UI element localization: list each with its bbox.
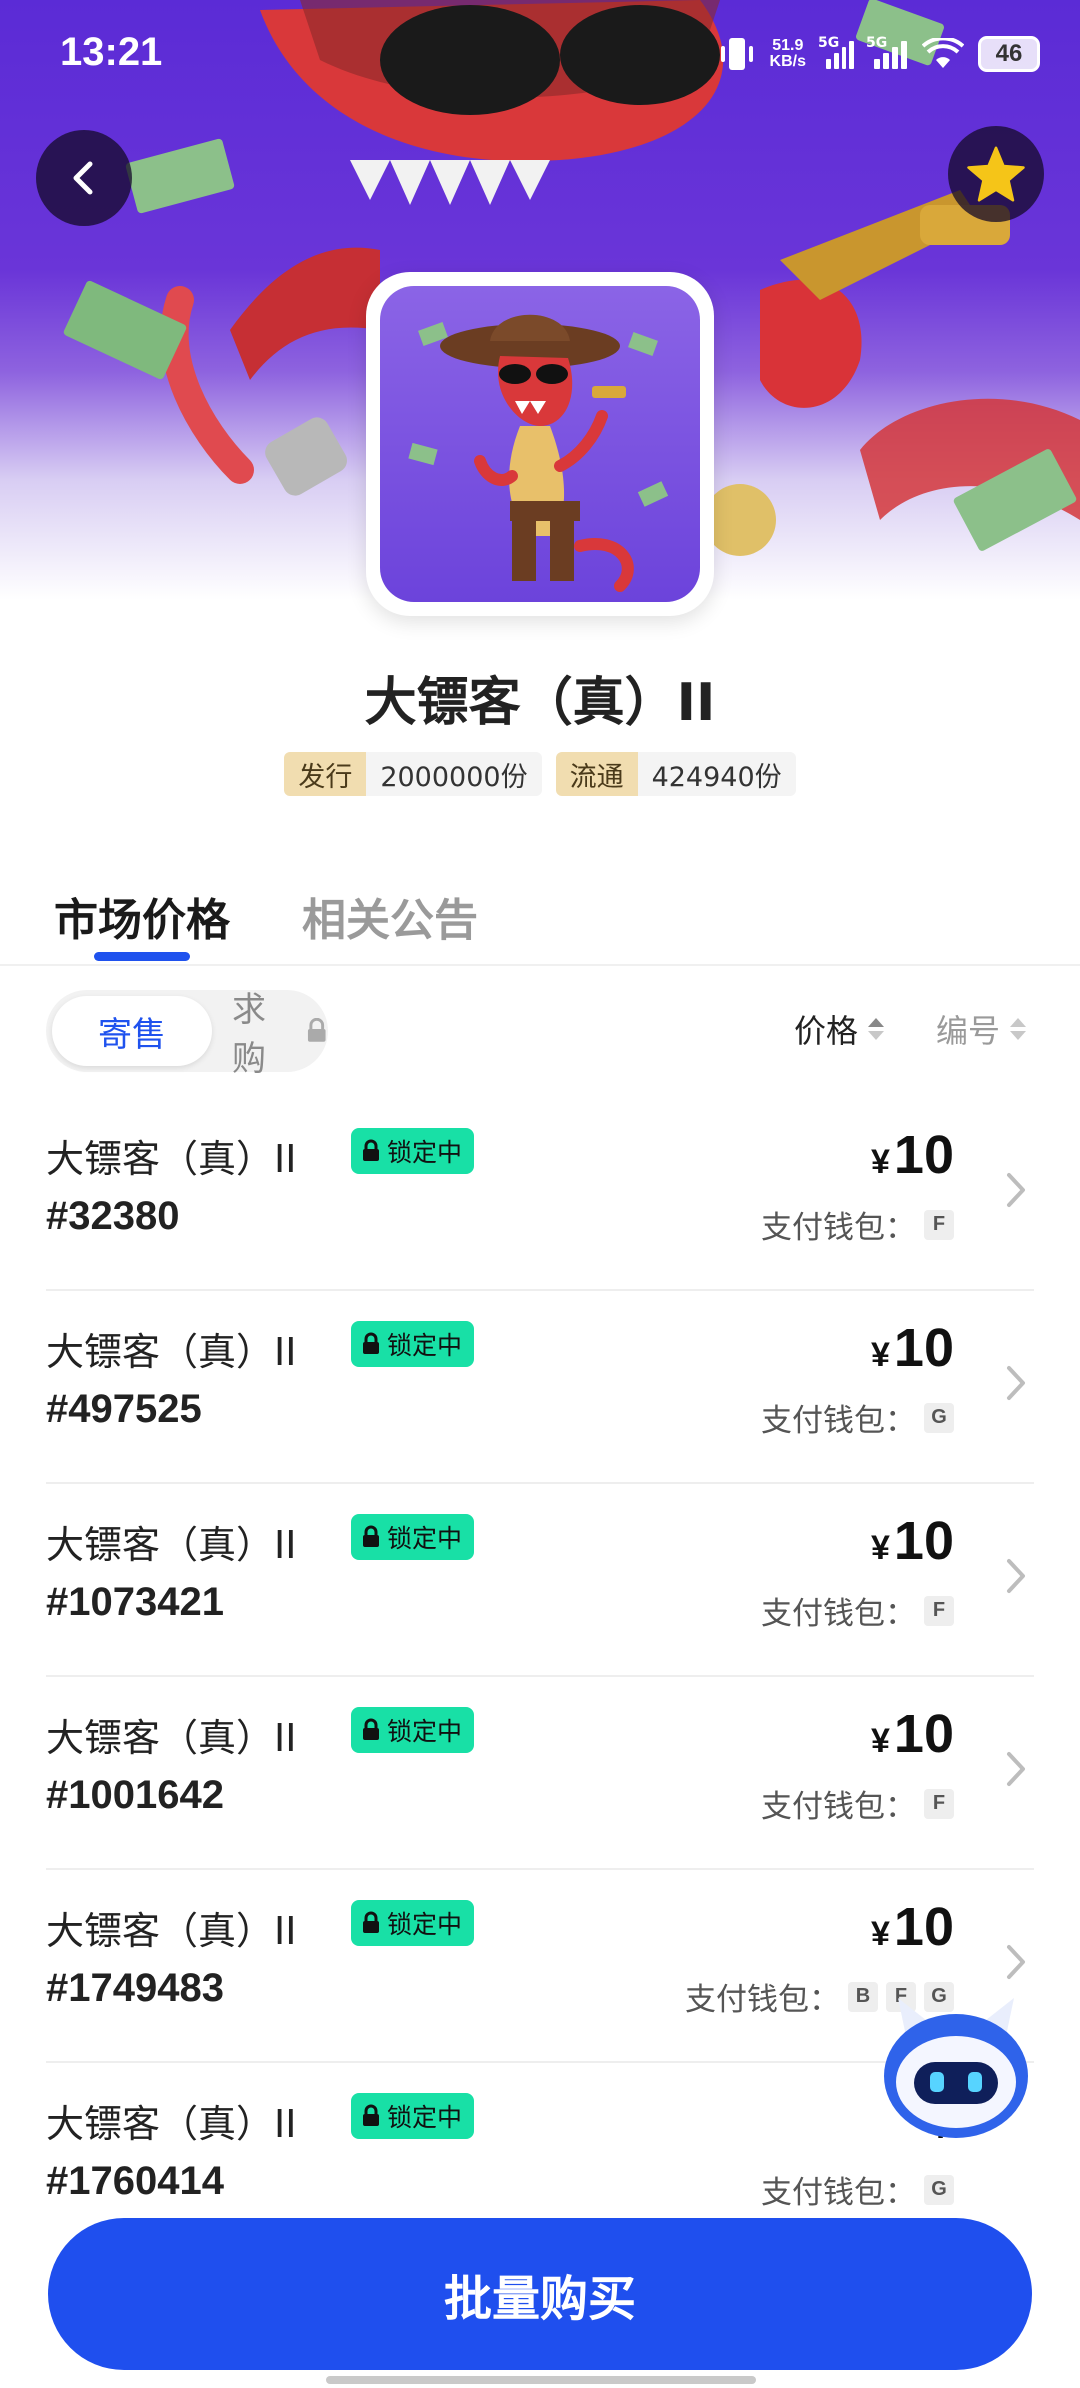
listing-number: #1749483: [46, 1966, 224, 2010]
listing-name: 大镖客（真）II: [46, 1137, 297, 1181]
chevron-right-icon: [1007, 1366, 1025, 1400]
locked-badge: 锁定中: [351, 1900, 475, 1946]
battery-indicator: 46: [978, 36, 1040, 72]
signal-icon: 5G: [818, 35, 854, 69]
lock-icon: [363, 1332, 379, 1354]
payment-wallets: 支付钱包： F: [761, 1588, 954, 1633]
circulation-stat: 流通 424940份: [555, 752, 796, 796]
favorite-button[interactable]: [948, 126, 1044, 222]
listing-row[interactable]: 大镖客（真）II 锁定中 #497525 ¥10 支付钱包： G: [46, 1291, 1034, 1484]
payment-wallets: 支付钱包： G: [761, 1395, 954, 1440]
tab-indicator: [94, 952, 190, 961]
bulk-buy-button[interactable]: 批量购买: [48, 2218, 1032, 2370]
wallet-tag: F: [924, 1209, 954, 1240]
locked-badge: 锁定中: [351, 2093, 475, 2139]
payment-wallets: 支付钱包： G: [761, 2167, 954, 2212]
want-buy-option[interactable]: 求购: [232, 990, 328, 1079]
supply-stats: 发行 2000000份 流通 424940份: [0, 752, 1080, 796]
network-speed: 51.9 KB/s: [769, 37, 806, 70]
vibrate-icon: [720, 38, 753, 70]
content-tabs: 市场价格 相关公告: [0, 880, 1080, 966]
chevron-left-icon: [73, 161, 93, 195]
collectible-title: 大镖客（真）II: [364, 673, 716, 733]
wifi-icon: [922, 38, 964, 68]
wallet-tag: F: [924, 1788, 954, 1819]
listing-name: 大镖客（真）II: [46, 1523, 297, 1567]
wallet-tag: G: [924, 2174, 954, 2205]
status-time: 13:21: [60, 30, 163, 74]
listing-price: ¥10: [871, 1704, 954, 1764]
home-indicator: [326, 2376, 756, 2384]
listing-number: #497525: [46, 1387, 202, 1431]
lock-icon: [363, 2104, 379, 2126]
issued-stat: 发行 2000000份: [284, 752, 542, 796]
chevron-right-icon: [1007, 1752, 1025, 1786]
wallet-tag: B: [848, 1981, 878, 2012]
listing-price: ¥10: [871, 1511, 954, 1571]
collectible-artwork: [408, 314, 669, 592]
listing-name: 大镖客（真）II: [46, 1909, 297, 1953]
back-button[interactable]: [36, 130, 132, 226]
star-icon: [967, 146, 1025, 202]
payment-wallets: 支付钱包： F: [761, 1202, 954, 1247]
collectible-image: [380, 286, 700, 602]
lock-icon: [363, 1525, 379, 1547]
listing-row[interactable]: 大镖客（真）II 锁定中 #1073421 ¥10 支付钱包： F: [46, 1484, 1034, 1677]
locked-badge: 锁定中: [351, 1514, 475, 1560]
chevron-right-icon: [1007, 1173, 1025, 1207]
sort-arrows-icon: [868, 1018, 885, 1040]
listing-number: #1760414: [46, 2159, 224, 2203]
status-bar: 13:21 51.9 KB/s 5G 5G 46: [0, 0, 1080, 110]
wallet-tag: G: [924, 1402, 954, 1433]
tab-market-price[interactable]: 市场价格: [54, 884, 230, 948]
assistant-robot-icon[interactable]: [876, 1996, 1036, 2146]
signal-icon: 5G: [866, 35, 908, 69]
listing-number: #1073421: [46, 1580, 224, 1624]
sort-by-number[interactable]: 编号: [936, 1006, 1027, 1052]
chevron-right-icon: [1007, 1559, 1025, 1593]
listing-price: ¥10: [871, 1897, 954, 1957]
listing-row[interactable]: 大镖客（真）II 锁定中 #1001642 ¥10 支付钱包： F: [46, 1677, 1034, 1870]
wallet-tag: F: [924, 1595, 954, 1626]
locked-badge: 锁定中: [351, 1707, 475, 1753]
sell-buy-toggle: 寄售 求购: [46, 990, 328, 1079]
listing-number: #1001642: [46, 1773, 224, 1817]
listing-name: 大镖客（真）II: [46, 1330, 297, 1374]
locked-badge: 锁定中: [351, 1321, 475, 1367]
collectible-thumbnail: [366, 272, 714, 616]
status-icons: 51.9 KB/s 5G 5G 46: [718, 34, 1040, 74]
listing-number: #32380: [46, 1194, 180, 1238]
sort-by-price[interactable]: 价格: [794, 1006, 885, 1052]
sort-arrows-icon: [1010, 1018, 1027, 1040]
lock-icon: [363, 1139, 379, 1161]
listing-row[interactable]: 大镖客（真）II 锁定中 #32380 ¥10 支付钱包： F: [46, 1098, 1034, 1291]
listing-name: 大镖客（真）II: [46, 1716, 297, 1760]
locked-badge: 锁定中: [351, 1128, 475, 1174]
listing-name: 大镖客（真）II: [46, 2102, 297, 2146]
lock-icon: [363, 1718, 379, 1740]
lock-icon: [308, 1018, 327, 1042]
listing-price: ¥10: [871, 1125, 954, 1185]
payment-wallets: 支付钱包： F: [761, 1781, 954, 1826]
listing-price: ¥10: [871, 1318, 954, 1378]
chevron-right-icon: [1007, 1945, 1025, 1979]
lock-icon: [363, 1911, 379, 1933]
tab-announcements[interactable]: 相关公告: [302, 884, 478, 948]
consign-sell-option[interactable]: 寄售: [52, 996, 212, 1066]
